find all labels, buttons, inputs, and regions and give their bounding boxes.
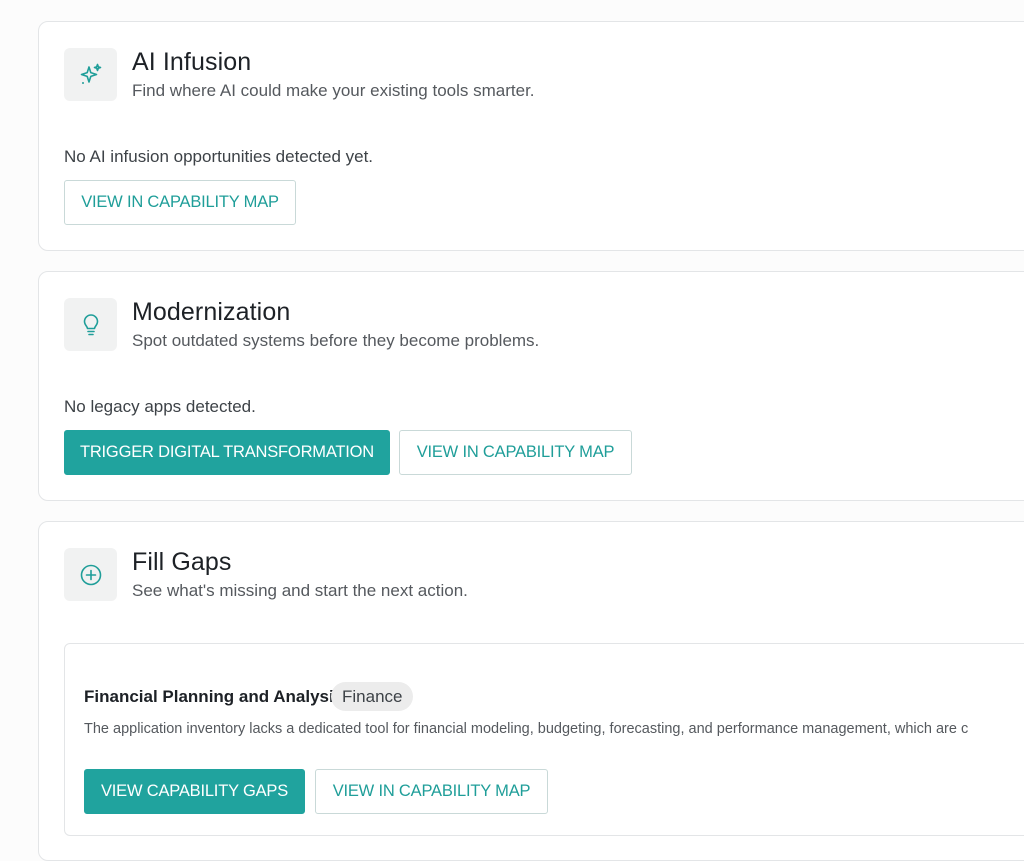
opportunities-page: AI Infusion Find where AI could make you… <box>0 0 1024 861</box>
ai-infusion-view-capability-map-button[interactable]: VIEW IN CAPABILITY MAP <box>64 180 296 225</box>
modernization-card: Modernization Spot outdated systems befo… <box>38 271 1024 501</box>
gap-item-title: Financial Planning and Analysis <box>84 687 344 706</box>
gap-view-capability-map-button[interactable]: VIEW IN CAPABILITY MAP <box>315 769 548 814</box>
ai-infusion-title: AI Infusion <box>132 48 252 76</box>
fill-gaps-card: Fill Gaps See what's missing and start t… <box>38 521 1024 861</box>
lightbulb-icon <box>64 298 117 351</box>
fill-gaps-title: Fill Gaps <box>132 548 232 576</box>
modernization-empty-state: No legacy apps detected. <box>64 397 256 416</box>
modernization-subtitle: Spot outdated systems before they become… <box>132 331 540 350</box>
trigger-digital-transformation-button[interactable]: TRIGGER DIGITAL TRANSFORMATION <box>64 430 390 475</box>
gap-domain-badge: Finance <box>331 682 414 711</box>
modernization-title: Modernization <box>132 298 291 326</box>
view-capability-gaps-button[interactable]: VIEW CAPABILITY GAPS <box>84 769 305 814</box>
modernization-view-capability-map-button[interactable]: VIEW IN CAPABILITY MAP <box>399 430 632 475</box>
plus-circle-icon <box>64 548 117 601</box>
gap-item-description: The application inventory lacks a dedica… <box>84 721 969 737</box>
fill-gaps-subtitle: See what's missing and start the next ac… <box>132 581 468 600</box>
ai-infusion-subtitle: Find where AI could make your existing t… <box>132 81 535 100</box>
ai-infusion-card: AI Infusion Find where AI could make you… <box>38 21 1024 251</box>
sparkles-icon <box>64 48 117 101</box>
capability-gap-item: Financial Planning and Analysis Finance … <box>64 643 1024 836</box>
ai-infusion-empty-state: No AI infusion opportunities detected ye… <box>64 147 374 166</box>
